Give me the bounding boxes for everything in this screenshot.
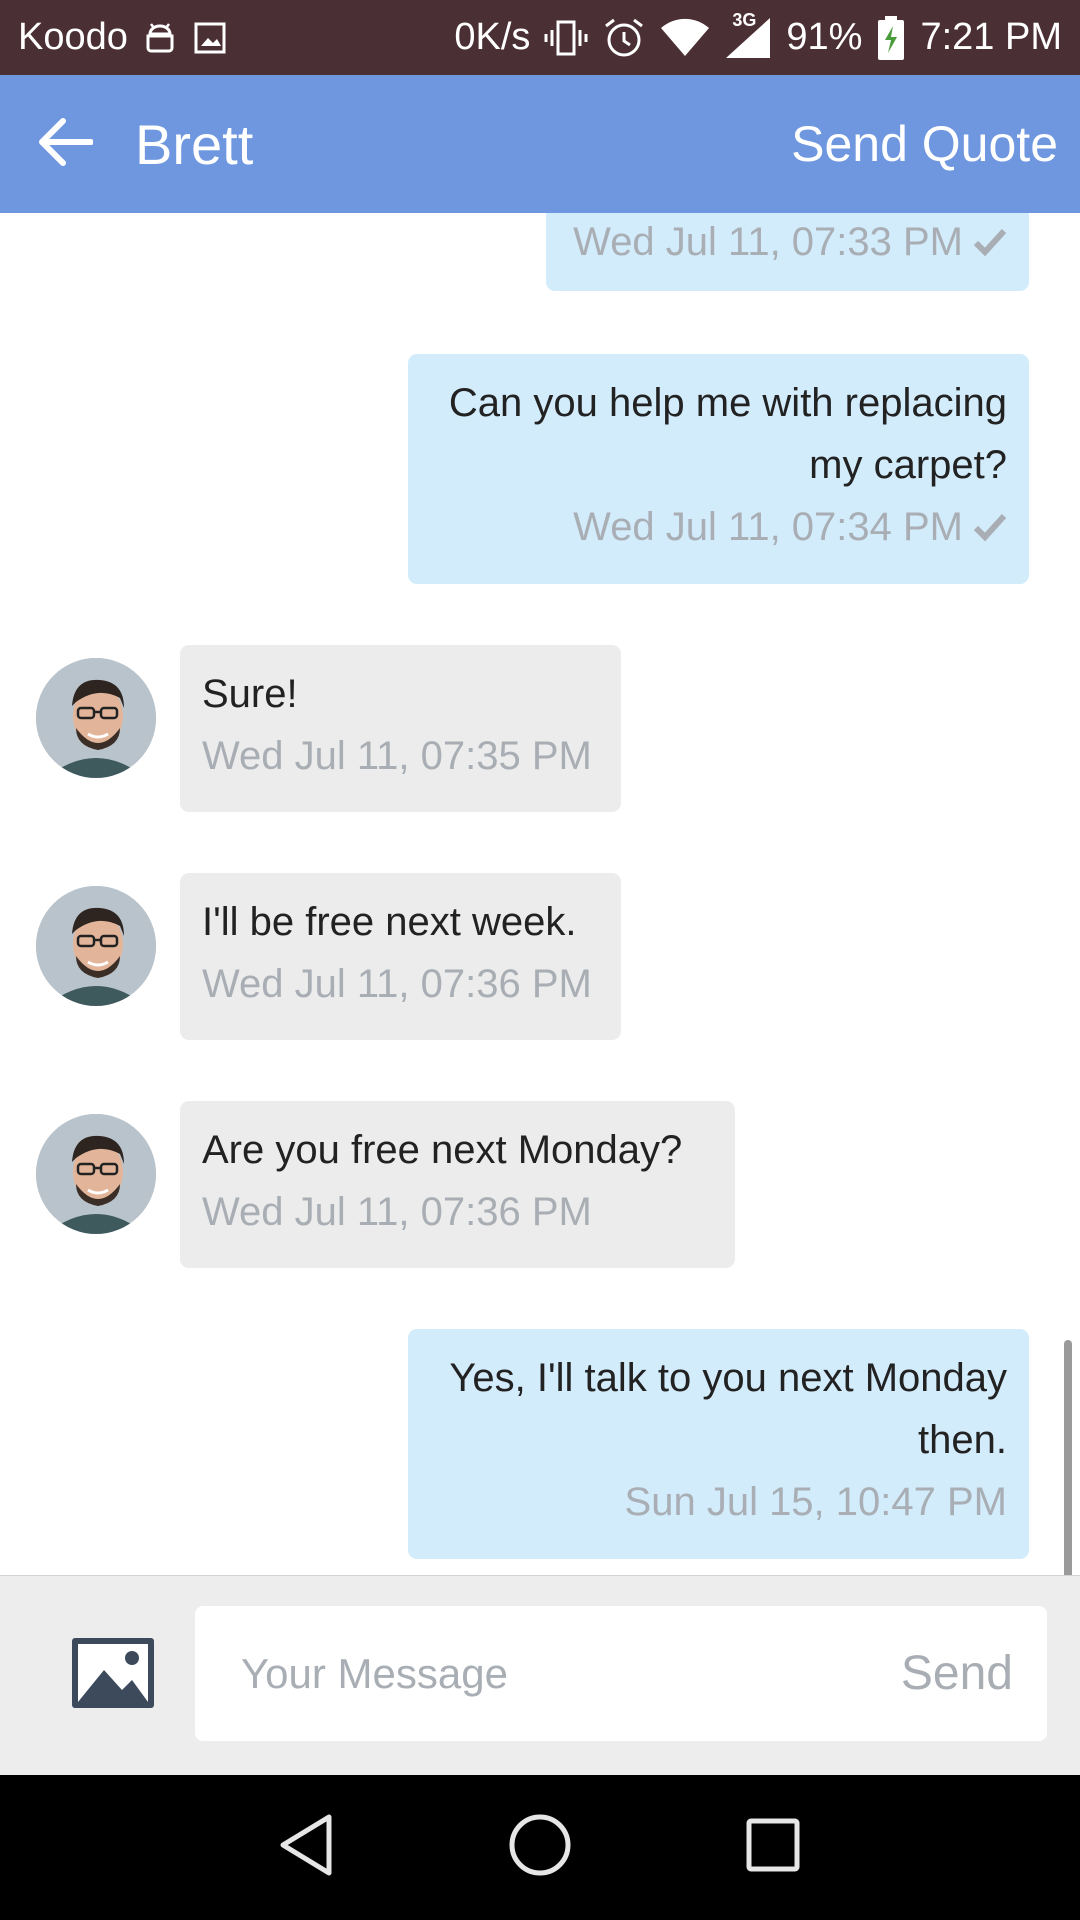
message-timestamp: Wed Jul 11, 07:36 PM <box>202 1190 592 1234</box>
attach-image-button[interactable] <box>70 1636 156 1710</box>
message-text: I'll be free next week. <box>202 900 577 944</box>
back-button[interactable] <box>0 75 130 213</box>
image-icon <box>70 1638 156 1714</box>
alarm-icon <box>602 16 646 60</box>
read-check-icon <box>973 227 1007 257</box>
send-button[interactable]: Send <box>901 1646 1013 1701</box>
back-arrow-icon <box>37 117 94 172</box>
message-text: Can you help me with replacing my carpet… <box>448 381 1007 487</box>
nav-back-button[interactable] <box>267 1808 347 1888</box>
contact-avatar[interactable] <box>36 1114 156 1234</box>
message-timestamp: Sun Jul 15, 10:47 PM <box>624 1480 1007 1524</box>
cell-signal-icon: 3G <box>724 10 772 60</box>
message-timestamp: Wed Jul 11, 07:34 PM <box>430 496 1007 558</box>
contact-avatar[interactable] <box>36 658 156 778</box>
message-bubble-outgoing: Yes, I'll talk to you next Monday then. … <box>408 1329 1029 1559</box>
message-bubble-outgoing: Wed Jul 11, 07:33 PM <box>546 213 1029 291</box>
message-text: Yes, I'll talk to you next Monday then. <box>449 1356 1007 1462</box>
message-timestamp: Wed Jul 11, 07:36 PM <box>202 962 592 1006</box>
system-nav-bar <box>0 1775 1080 1920</box>
carrier-label: Koodo <box>18 16 128 58</box>
message-list[interactable]: Wed Jul 11, 07:33 PM Can you help me wit… <box>0 213 1080 1575</box>
clock: 7:21 PM <box>920 16 1062 58</box>
contact-avatar[interactable] <box>36 886 156 1006</box>
message-input-container: Send <box>195 1606 1047 1741</box>
wifi-icon <box>660 18 710 58</box>
nav-recents-button[interactable] <box>733 1808 813 1888</box>
nav-home-icon <box>508 1813 572 1882</box>
message-bubble-incoming: Are you free next Monday? Wed Jul 11, 07… <box>180 1101 735 1268</box>
message-timestamp: Wed Jul 11, 07:35 PM <box>202 734 592 778</box>
read-check-icon <box>973 512 1007 542</box>
network-speed: 0K/s <box>454 16 531 58</box>
nav-home-button[interactable] <box>500 1808 580 1888</box>
app-bar: Brett Send Quote <box>0 75 1080 213</box>
message-bubble-incoming: I'll be free next week. Wed Jul 11, 07:3… <box>180 873 621 1040</box>
message-input[interactable] <box>195 1606 901 1741</box>
conversation-title: Brett <box>135 112 254 176</box>
vibrate-icon <box>544 18 588 58</box>
message-composer: Send <box>0 1575 1080 1775</box>
battery-percent: 91% <box>786 16 863 58</box>
screenshot-icon <box>192 20 228 56</box>
status-bar: Koodo 0K/s 3G 91% 7:21 PM <box>0 0 1080 75</box>
message-bubble-outgoing: Can you help me with replacing my carpet… <box>408 354 1029 584</box>
message-text: Sure! <box>202 672 298 716</box>
battery-charging-icon <box>876 15 906 61</box>
chat-screen: Koodo 0K/s 3G 91% 7:21 PM Brett Send Quo… <box>0 0 1080 1920</box>
android-icon <box>142 20 178 56</box>
message-bubble-incoming: Sure! Wed Jul 11, 07:35 PM <box>180 645 621 812</box>
nav-recents-icon <box>745 1817 801 1878</box>
send-quote-button[interactable]: Send Quote <box>791 115 1058 173</box>
message-text: Are you free next Monday? <box>202 1128 683 1172</box>
nav-back-icon <box>277 1813 337 1882</box>
message-timestamp: Wed Jul 11, 07:33 PM <box>568 213 1007 273</box>
